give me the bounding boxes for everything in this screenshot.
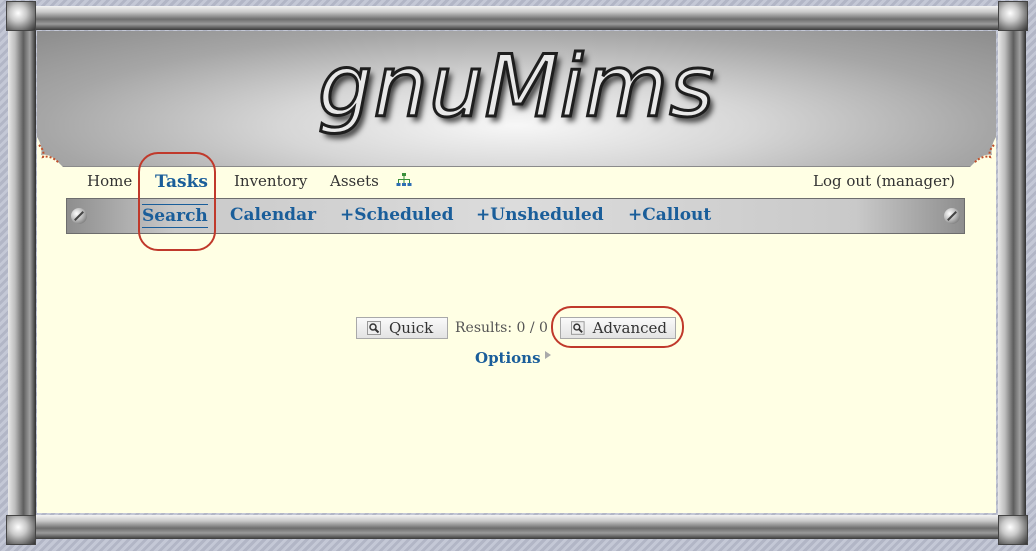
frame-corner-bottom-right <box>998 515 1028 545</box>
subnav-scheduled[interactable]: +Scheduled <box>340 205 453 225</box>
corner-ornament-left-icon <box>37 137 63 167</box>
logout-link[interactable]: Log out (manager) <box>813 172 955 190</box>
frame-left-bar <box>8 8 36 543</box>
frame-corner-top-left <box>6 1 36 31</box>
frame-bottom-bar <box>8 515 1028 539</box>
highlight-circle-advanced <box>551 306 684 348</box>
frame-right-bar <box>998 8 1026 543</box>
header-banner: gnuMims <box>37 31 996 167</box>
subnav-unsheduled[interactable]: +Unsheduled <box>476 205 604 225</box>
caret-right-icon[interactable] <box>545 351 551 359</box>
nav-assets[interactable]: Assets <box>330 172 379 190</box>
quick-search-button[interactable]: Quick <box>356 317 448 339</box>
app-logo: gnuMims <box>316 36 716 139</box>
sitemap-icon[interactable] <box>396 172 412 188</box>
results-count: Results: 0 / 0 <box>455 320 548 336</box>
options-toggle[interactable]: Options <box>475 349 541 367</box>
magnifier-icon <box>367 321 381 335</box>
nav-home[interactable]: Home <box>87 172 132 190</box>
subnav-calendar[interactable]: Calendar <box>230 205 316 225</box>
page-content: gnuMims Home Tasks Inventory Assets Log … <box>37 31 996 513</box>
screw-right-icon <box>944 208 960 224</box>
frame-top-bar <box>8 6 1028 30</box>
subnav-callout[interactable]: +Callout <box>628 205 711 225</box>
frame-corner-bottom-left <box>6 515 36 545</box>
frame-corner-top-right <box>998 1 1028 31</box>
highlight-circle-tasks <box>138 152 216 251</box>
corner-ornament-right-icon <box>970 137 996 167</box>
screw-left-icon <box>71 208 87 224</box>
nav-inventory[interactable]: Inventory <box>234 172 307 190</box>
quick-search-label: Quick <box>389 319 434 337</box>
